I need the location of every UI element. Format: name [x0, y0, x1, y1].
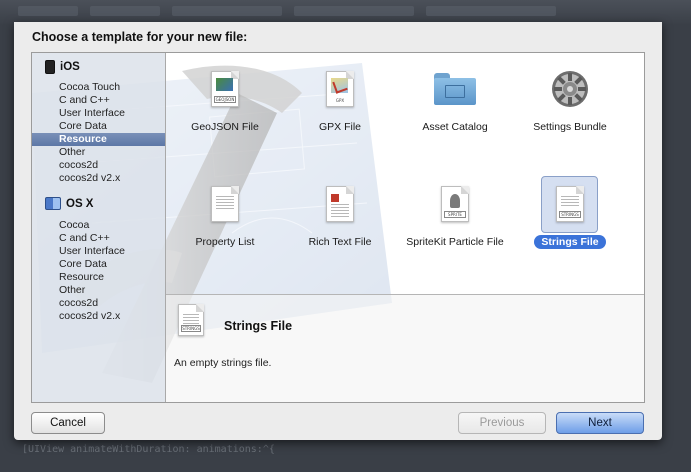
new-file-sheet: Choose a template for your new file: iOS… — [14, 22, 662, 440]
sidebar-section-ios: iOS — [45, 60, 80, 74]
sidebar-item-ios-user-interface[interactable]: User Interface — [32, 107, 165, 120]
iphone-icon — [45, 60, 55, 74]
template-spritekit-particle-file[interactable]: SPRITE SpriteKit Particle File — [396, 176, 514, 262]
template-label: Asset Catalog — [422, 121, 488, 133]
template-label: GPX File — [318, 121, 361, 133]
sidebar-item-osx-resource[interactable]: Resource — [32, 271, 165, 284]
sidebar-item-ios-c-cpp[interactable]: C and C++ — [32, 94, 165, 107]
template-rich-text-file[interactable]: Rich Text File — [281, 176, 399, 262]
sidebar-item-ios-core-data[interactable]: Core Data — [32, 120, 165, 133]
previous-button[interactable]: Previous — [458, 412, 546, 434]
sidebar-item-osx-core-data[interactable]: Core Data — [32, 258, 165, 271]
sidebar-item-ios-cocos2d-v2[interactable]: cocos2d v2.x — [32, 172, 165, 185]
template-gpx-file[interactable]: GPX GPX File — [281, 61, 399, 147]
template-asset-catalog[interactable]: Asset Catalog — [396, 61, 514, 147]
mac-os-icon — [45, 197, 61, 210]
sidebar-item-ios-resource[interactable]: Resource — [32, 133, 165, 146]
strings-file-icon: STRINGS — [548, 182, 592, 226]
detail-title: Strings File — [224, 319, 293, 333]
cancel-button[interactable]: Cancel — [31, 412, 105, 434]
template-label: Strings File — [511, 235, 629, 249]
sidebar-item-osx-cocoa[interactable]: Cocoa — [32, 219, 165, 232]
settings-gear-icon — [548, 67, 592, 111]
template-label: Settings Bundle — [533, 121, 607, 133]
template-grid: GEOJSON GeoJSON File GPX GPX File Asset … — [166, 53, 644, 294]
sidebar-item-ios-cocoa-touch[interactable]: Cocoa Touch — [32, 81, 165, 94]
sidebar-section-label: OS X — [66, 197, 94, 210]
template-category-sidebar: iOS Cocoa Touch C and C++ User Interface… — [32, 53, 166, 402]
gpx-file-icon: GPX — [318, 67, 362, 111]
spritekit-particle-icon: SPRITE — [433, 182, 477, 226]
template-label: SpriteKit Particle File — [406, 236, 504, 248]
detail-description: An empty strings file. — [174, 357, 272, 369]
template-chooser-panel: iOS Cocoa Touch C and C++ User Interface… — [31, 52, 645, 403]
sidebar-section-label: iOS — [60, 61, 80, 73]
template-settings-bundle[interactable]: Settings Bundle — [511, 61, 629, 147]
window-toolbar — [0, 0, 691, 24]
sidebar-section-osx: OS X — [45, 197, 93, 210]
sidebar-item-osx-user-interface[interactable]: User Interface — [32, 245, 165, 258]
template-property-list[interactable]: Property List — [166, 176, 284, 262]
sidebar-item-osx-other[interactable]: Other — [32, 284, 165, 297]
template-detail-pane: STRINGS Strings File An empty strings fi… — [166, 294, 644, 402]
sheet-title: Choose a template for your new file: — [32, 30, 248, 44]
rich-text-file-icon — [318, 182, 362, 226]
sidebar-item-osx-cocos2d[interactable]: cocos2d — [32, 297, 165, 310]
background-code-line: [UIView animateWithDuration: animations:… — [22, 444, 275, 455]
sidebar-item-osx-cocos2d-v2[interactable]: cocos2d v2.x — [32, 310, 165, 323]
sidebar-item-ios-other[interactable]: Other — [32, 146, 165, 159]
geojson-file-icon: GEOJSON — [203, 67, 247, 111]
template-label: Rich Text File — [308, 236, 372, 248]
template-geojson-file[interactable]: GEOJSON GeoJSON File — [166, 61, 284, 147]
template-label: Property List — [195, 236, 255, 248]
property-list-icon — [203, 182, 247, 226]
sidebar-item-ios-cocos2d[interactable]: cocos2d — [32, 159, 165, 172]
next-button[interactable]: Next — [556, 412, 644, 434]
template-label: GeoJSON File — [191, 121, 259, 133]
strings-file-icon: STRINGS — [178, 304, 204, 336]
sidebar-item-osx-c-cpp[interactable]: C and C++ — [32, 232, 165, 245]
folder-icon — [433, 67, 477, 111]
template-strings-file[interactable]: STRINGS Strings File — [511, 176, 629, 262]
